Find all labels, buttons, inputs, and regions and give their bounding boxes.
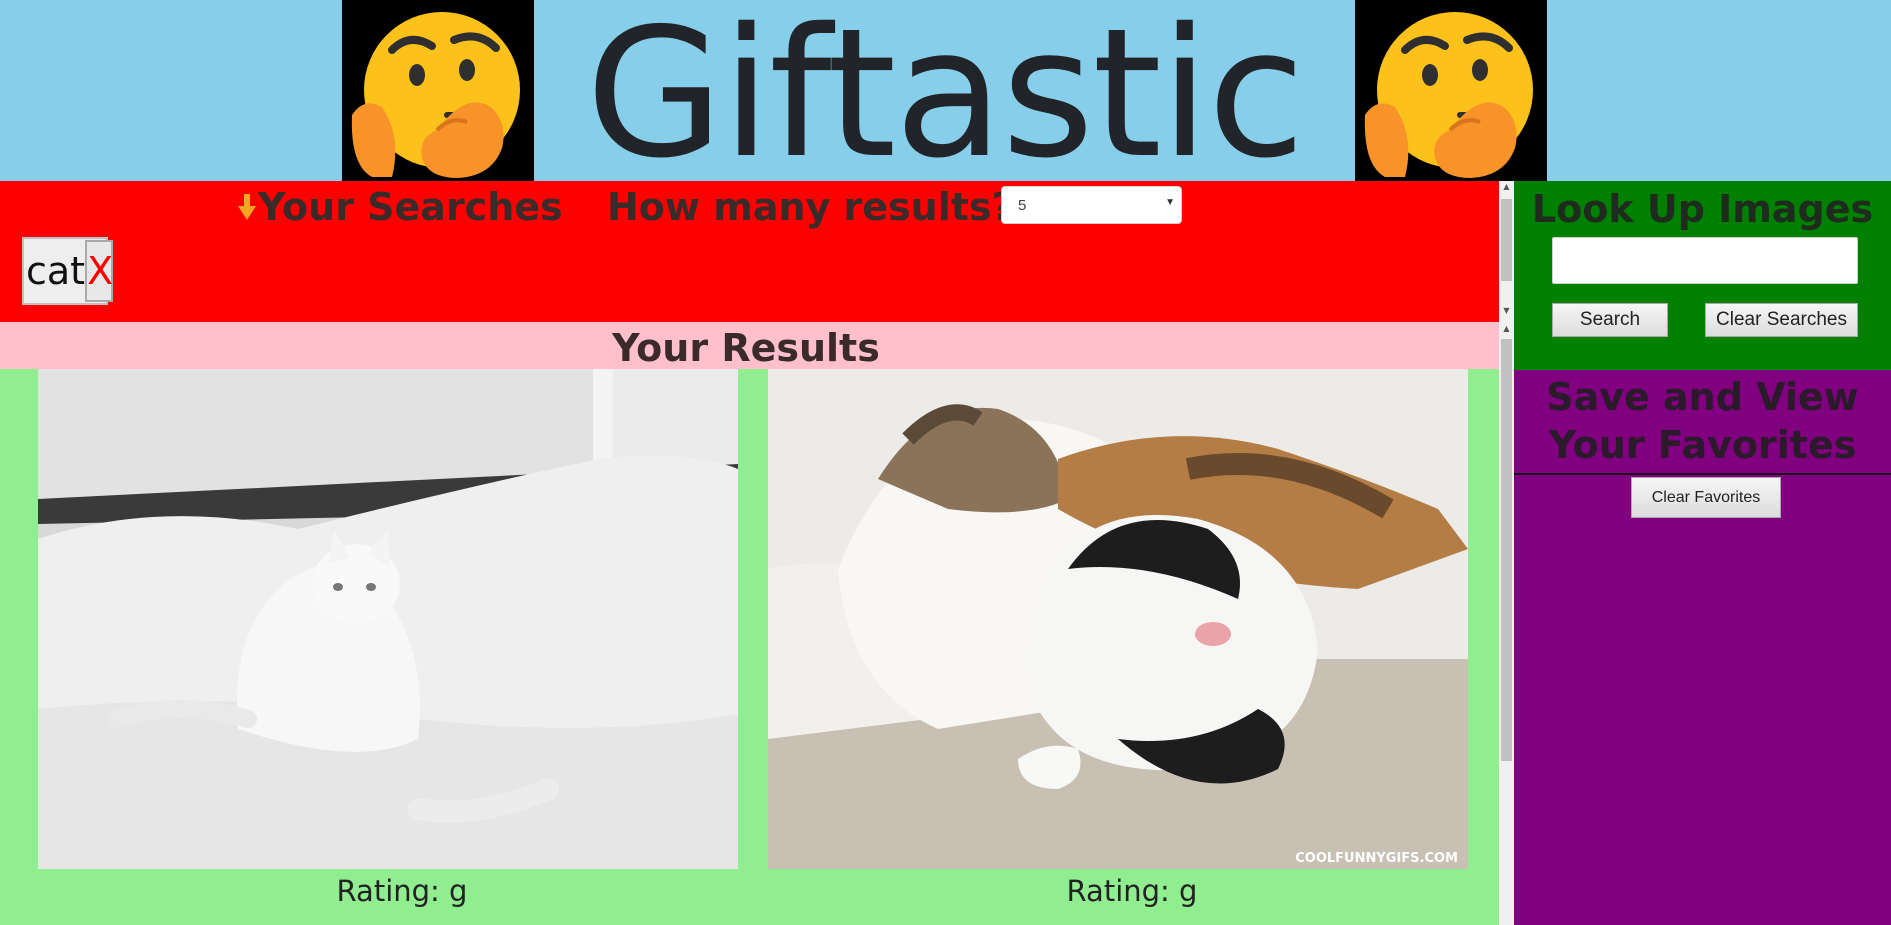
chevron-down-icon: ▼ bbox=[1165, 197, 1175, 208]
scroll-down-icon[interactable]: ▼ bbox=[1499, 305, 1514, 317]
thinking-face-icon bbox=[342, 0, 534, 181]
site-title: Giftastic bbox=[585, 0, 1306, 197]
results-scrollbar[interactable]: ▲ ▼ ▲ bbox=[1499, 181, 1514, 925]
lookup-title: Look Up Images bbox=[1531, 187, 1874, 231]
search-chip-cat[interactable]: cat X bbox=[22, 237, 113, 305]
scroll-up-icon[interactable]: ▲ bbox=[1499, 181, 1514, 193]
result-count-select[interactable]: 5 ▼ bbox=[1001, 186, 1182, 224]
result-rating: Rating: g bbox=[1066, 874, 1198, 908]
watermark-text: COOLFUNNYGIFS.COM bbox=[1295, 851, 1458, 866]
clear-favorites-button[interactable]: Clear Favorites bbox=[1631, 477, 1781, 518]
result-gif-calico-cats[interactable]: COOLFUNNYGIFS.COM bbox=[768, 369, 1468, 869]
result-count-value: 5 bbox=[1018, 197, 1027, 214]
result-rating: Rating: g bbox=[336, 874, 468, 908]
searches-heading: Your Searches bbox=[238, 183, 563, 231]
scroll-up-icon[interactable]: ▲ bbox=[1499, 323, 1514, 335]
scrollbar-thumb[interactable] bbox=[1501, 339, 1512, 761]
remove-search-button[interactable]: X bbox=[85, 240, 113, 302]
down-arrow-icon bbox=[238, 194, 256, 220]
search-chip-label: cat bbox=[26, 249, 86, 293]
thinking-face-icon bbox=[1355, 0, 1547, 181]
favorites-divider bbox=[1514, 473, 1891, 475]
result-count-label: How many results? bbox=[607, 185, 1014, 229]
scrollbar-thumb[interactable] bbox=[1501, 199, 1512, 281]
search-input[interactable] bbox=[1552, 237, 1858, 284]
clear-searches-button[interactable]: Clear Searches bbox=[1705, 303, 1858, 337]
result-gif-white-cat[interactable] bbox=[38, 369, 738, 869]
favorites-title: Save and View Your Favorites bbox=[1546, 375, 1859, 467]
searches-title: Your Searches bbox=[258, 185, 563, 229]
search-button[interactable]: Search bbox=[1552, 303, 1668, 337]
results-title: Your Results bbox=[612, 326, 880, 370]
